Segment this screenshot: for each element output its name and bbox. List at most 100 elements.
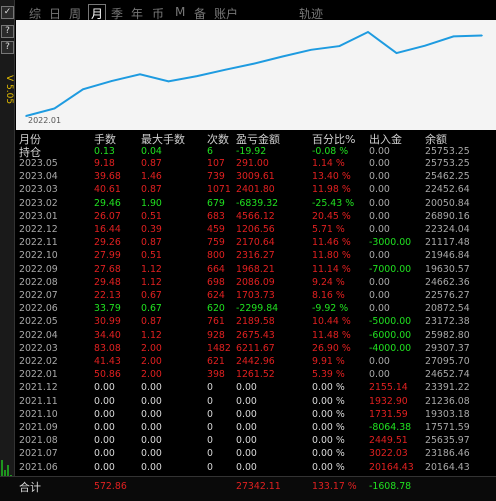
table-row[interactable]: 2023.04 39.68 1.46 739 3009.61 13.40 % 0.00 254… [16,171,496,183]
pnl-cell: 1206.56 [236,224,275,235]
table-row[interactable]: 2021.11 0.00 0.00 0 0.00 0.00 % 1932.90 21236.0… [16,396,496,408]
pnl-cell: 0.00 [236,461,257,473]
left-toolbar: ✓ ? ? V 5.05 [0,0,15,500]
pnl-cell: 1261.52 [236,369,275,381]
table-row[interactable]: 2022.08 29.48 1.12 698 2086.09 9.24 % 0.00 2466… [16,277,496,289]
table-row[interactable]: 2022.09 27.68 1.12 664 1968.21 11.14 % -7000.0… [16,264,496,276]
pnl-cell: 2316.27 [236,250,275,262]
max-lots-cell: 0.67 [141,290,162,301]
percent-cell: 0.00 % [312,395,345,407]
balance-point [310,49,312,51]
max-lots-cell: 0.51 [141,210,162,222]
balance-point [25,115,27,117]
table-row[interactable]: 2023.03 40.61 0.87 1071 2401.80 11.98 % 0.00 22… [16,184,496,196]
balance-point [224,68,227,71]
max-lots-cell: 2.00 [141,356,162,367]
max-lots-cell: 1.46 [141,171,162,183]
lots-cell: 83.08 [94,342,121,354]
io-cell: 3022.03 [369,448,408,460]
table-row[interactable]: 2021.10 0.00 0.00 0 0.00 0.00 % 1731.59 19303.1… [16,409,496,421]
max-lots-cell: 0.00 [141,408,162,420]
percent-cell: 10.44 % [312,316,351,328]
table-row[interactable]: 2022.07 22.13 0.67 624 1703.73 8.16 % 0.00 2257… [16,290,496,302]
balance-cell: 22576.27 [425,290,470,301]
table-row[interactable]: 2022.04 34.40 1.12 928 2675.43 11.48 % -6000.0… [16,330,496,342]
month-cell: 2022.07 [19,290,58,301]
balance-cell: 25753.25 [425,158,470,169]
table-row[interactable]: 2021.08 0.00 0.00 0 0.00 0.00 % 2449.51 25635.9… [16,435,496,447]
count-cell: 621 [207,356,225,367]
lots-cell: 0.00 [94,448,115,460]
balance-cell: 25635.97 [425,435,470,447]
pnl-cell: 0.00 [236,448,257,460]
count-cell: 1482 [207,342,231,354]
lots-cell: 0.00 [94,422,115,433]
balance-cell: 21236.08 [425,395,470,407]
balance-cell: 24652.74 [425,369,470,381]
count-cell: 679 [207,197,225,209]
table-row[interactable]: 2021.09 0.00 0.00 0 0.00 0.00 % -8064.38 17571.… [16,422,496,434]
pnl-cell: 6211.67 [236,342,275,354]
hold-row: 持仓 0.13 0.04 6 -19.92 -0.08 % 0.00 25753… [16,144,496,159]
count-cell: 664 [207,263,225,275]
month-cell: 2021.12 [19,382,58,394]
count-cell: 761 [207,316,225,328]
percent-cell: 0.00 % [312,422,345,433]
table-row[interactable]: 2022.10 27.99 0.51 800 2316.27 11.80 % 0.00 219… [16,250,496,262]
table-row[interactable]: 2022.06 33.79 0.67 620 -2299.84 -9.92 % 0.00 20… [16,303,496,315]
help-button-2[interactable]: ? [1,41,14,54]
table-row[interactable]: 2022.02 41.43 2.00 621 2442.96 9.91 % 0.00 2709… [16,356,496,368]
count-cell: 459 [207,224,225,235]
count-cell: 0 [207,382,213,394]
max-lots-cell: 1.12 [141,329,162,341]
table-row[interactable]: 2021.07 0.00 0.00 0 0.00 0.00 % 3022.03 23186.4… [16,448,496,460]
lots-cell: 0.00 [94,395,115,407]
balance-cell: 21946.84 [425,250,470,262]
io-cell: -8064.38 [369,422,412,433]
table-row[interactable]: 2023.01 26.07 0.51 683 4566.12 20.45 % 0.00 268… [16,211,496,223]
count-cell: 698 [207,276,225,288]
count-cell: 0 [207,461,213,473]
balance-cell: 20164.43 [425,461,470,473]
max-lots-cell: 0.87 [141,184,162,196]
help-button[interactable]: ? [1,25,14,38]
table-row[interactable]: 2022.12 16.44 0.39 459 1206.56 5.71 % 0.00 2232… [16,224,496,236]
table-row[interactable]: 2023.02 29.46 1.90 679 -6839.32 -25.43 % 0.00 2… [16,198,496,210]
percent-cell: -9.92 % [312,303,349,315]
count-cell: 1071 [207,184,231,196]
max-lots-cell: 0.00 [141,382,162,394]
lots-cell: 33.79 [94,303,121,315]
table-row[interactable]: 2021.12 0.00 0.00 0 0.00 0.00 % 2155.14 23391.2… [16,382,496,394]
total-percent: 133.17 % [312,481,357,492]
table-row[interactable]: 2023.05 9.18 0.87 107 291.00 1.14 % 0.00 25753.… [16,158,496,170]
io-cell: 1932.90 [369,395,408,407]
table-row[interactable]: 2021.06 0.00 0.00 0 0.00 0.00 % 20164.43 20164.… [16,462,496,474]
lots-cell: 40.61 [94,184,121,196]
percent-cell: 5.71 % [312,224,345,235]
max-lots-cell: 1.12 [141,276,162,288]
month-cell: 2022.04 [19,329,58,341]
lots-cell: 34.40 [94,329,121,341]
max-lots-cell: 2.00 [141,342,162,354]
io-cell: 0.00 [369,184,390,196]
lots-cell: 29.26 [94,237,121,249]
tab-magic[interactable]: M [175,5,185,19]
month-cell: 2022.05 [19,316,58,328]
max-lots-cell: 0.39 [141,224,162,235]
balance-cell: 20050.84 [425,197,470,209]
table-row[interactable]: 2022.03 83.08 2.00 1482 6211.67 26.90 % -4000.… [16,343,496,355]
balance-cell: 29307.37 [425,342,470,354]
month-cell: 2023.04 [19,171,58,183]
lots-cell: 9.18 [94,158,115,169]
table-row[interactable]: 2022.11 29.26 0.87 759 2170.64 11.46 % -3000.0… [16,237,496,249]
pnl-cell: 2170.64 [236,237,275,249]
lots-cell: 27.68 [94,263,121,275]
balance-point [452,35,455,38]
table-row[interactable]: 2022.05 30.99 0.87 761 2189.58 10.44 % -5000.0… [16,316,496,328]
hold-pnl: -19.92 [236,146,267,157]
check-button[interactable]: ✓ [1,6,14,19]
table-row[interactable]: 2022.01 50.86 2.00 398 1261.52 5.39 % 0.00 2465… [16,369,496,381]
pnl-cell: 0.00 [236,395,257,407]
count-cell: 759 [207,237,225,249]
io-cell: 0.00 [369,250,390,262]
